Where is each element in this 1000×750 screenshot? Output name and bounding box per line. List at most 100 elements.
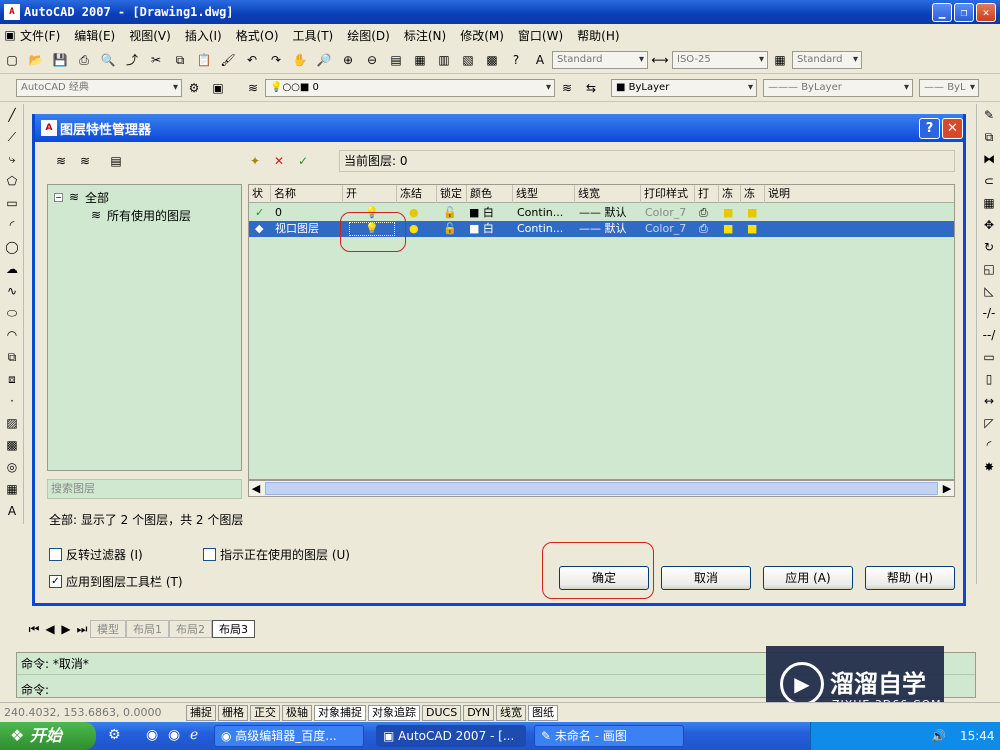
menu-file[interactable]: 文件(F) bbox=[20, 27, 60, 44]
layer-search-input[interactable]: 搜索图层 bbox=[47, 479, 242, 499]
extend-icon[interactable]: --/ bbox=[980, 326, 998, 346]
new-icon[interactable]: ▢ bbox=[3, 51, 21, 69]
break-at-point-icon[interactable]: ▯ bbox=[980, 370, 998, 390]
col-status[interactable]: 状 bbox=[249, 185, 271, 203]
tab-model[interactable]: 模型 bbox=[90, 620, 126, 638]
workspace-save-icon[interactable]: ▣ bbox=[209, 79, 227, 97]
make-block-icon[interactable]: ⧈ bbox=[3, 370, 21, 390]
col-plot[interactable]: 打 bbox=[695, 185, 719, 203]
move-icon[interactable]: ✥ bbox=[980, 216, 998, 236]
layer-select[interactable]: 💡○○■ 0 bbox=[265, 78, 555, 97]
delete-layer-icon[interactable]: ✕ bbox=[270, 152, 288, 170]
vp-freeze-icon[interactable]: ■ bbox=[723, 205, 733, 221]
col-vp-freeze[interactable]: 冻 bbox=[719, 185, 741, 203]
task-autocad[interactable]: ▣ AutoCAD 2007 - [... bbox=[376, 725, 526, 747]
browser-icon[interactable]: ◉ bbox=[146, 727, 158, 743]
preview-icon[interactable]: 🔍 bbox=[99, 51, 117, 69]
copy-object-icon[interactable]: ⧉ bbox=[980, 128, 998, 148]
break-icon[interactable]: ▭ bbox=[980, 348, 998, 368]
dimstyle-icon[interactable]: ⟷ bbox=[651, 51, 669, 69]
grid-toggle[interactable]: 栅格 bbox=[218, 704, 248, 721]
region-icon[interactable]: ◎ bbox=[3, 458, 21, 478]
printer-icon[interactable]: ⎙ bbox=[699, 221, 708, 237]
show-in-use-checkbox[interactable] bbox=[203, 548, 216, 561]
osnap-toggle[interactable]: 对象捕捉 bbox=[314, 704, 366, 721]
layer-name[interactable]: 视口图层 bbox=[275, 221, 319, 237]
lineweight-value[interactable]: —— 默认 bbox=[579, 205, 627, 221]
undo-icon[interactable]: ↶ bbox=[243, 51, 261, 69]
unlock-icon[interactable]: 🔓 bbox=[443, 221, 457, 237]
ie-icon[interactable]: ℯ bbox=[190, 727, 198, 743]
copy-icon[interactable]: ⧉ bbox=[171, 51, 189, 69]
col-freeze[interactable]: 冻结 bbox=[397, 185, 437, 203]
revcloud-icon[interactable]: ☁ bbox=[3, 260, 21, 280]
dialog-help-button[interactable]: ? bbox=[919, 118, 940, 139]
array-icon[interactable]: ▦ bbox=[980, 194, 998, 214]
menu-draw[interactable]: 绘图(D) bbox=[347, 27, 390, 44]
publish-icon[interactable]: ⤴ bbox=[123, 51, 141, 69]
help-icon[interactable]: ? bbox=[507, 51, 525, 69]
polyline-icon[interactable]: ⤷ bbox=[3, 150, 21, 170]
tree-node-used[interactable]: ≋ 所有使用的图层 bbox=[88, 206, 241, 224]
ducs-toggle[interactable]: DUCS bbox=[422, 704, 462, 721]
join-icon[interactable]: ↔ bbox=[980, 392, 998, 412]
save-icon[interactable]: 💾 bbox=[51, 51, 69, 69]
apply-button[interactable]: 应用 (A) bbox=[763, 566, 853, 590]
calculator-icon[interactable]: ▩ bbox=[483, 51, 501, 69]
workspace-select[interactable]: AutoCAD 经典 bbox=[16, 78, 182, 97]
col-linetype[interactable]: 线型 bbox=[513, 185, 575, 203]
ortho-toggle[interactable]: 正交 bbox=[250, 704, 280, 721]
linetype-value[interactable]: Contin... bbox=[517, 205, 563, 221]
trim-icon[interactable]: -/- bbox=[980, 304, 998, 324]
col-lock[interactable]: 锁定 bbox=[437, 185, 467, 203]
tab-layout3[interactable]: 布局3 bbox=[212, 620, 255, 638]
snap-toggle[interactable]: 捕捉 bbox=[186, 704, 216, 721]
doc-icon[interactable]: ▣ bbox=[3, 26, 17, 44]
match-icon[interactable]: 🖌 bbox=[219, 51, 237, 69]
new-property-filter-icon[interactable]: ≋ bbox=[52, 152, 70, 170]
table-style-select[interactable]: Standard bbox=[792, 50, 862, 69]
restore-button[interactable]: ❐ bbox=[954, 3, 974, 22]
col-name[interactable]: 名称 bbox=[271, 185, 343, 203]
autocad-app-icon[interactable]: A bbox=[4, 4, 20, 20]
menu-help[interactable]: 帮助(H) bbox=[577, 27, 619, 44]
lineweight-select[interactable]: —— ByL bbox=[919, 78, 979, 97]
color-select[interactable]: ■ ByLayer bbox=[611, 78, 757, 97]
invert-filter-checkbox[interactable] bbox=[49, 548, 62, 561]
toolpalette-icon[interactable]: ▥ bbox=[435, 51, 453, 69]
otrack-toggle[interactable]: 对象追踪 bbox=[368, 704, 420, 721]
insert-block-icon[interactable]: ⧉ bbox=[3, 348, 21, 368]
printer-icon[interactable]: ⎙ bbox=[699, 205, 708, 221]
dialog-close-button[interactable]: ✕ bbox=[942, 118, 963, 139]
dim-style-select[interactable]: ISO-25 bbox=[672, 50, 768, 69]
tab-layout1[interactable]: 布局1 bbox=[126, 620, 169, 638]
layer-name[interactable]: 0 bbox=[275, 205, 282, 221]
col-plotstyle[interactable]: 打印样式 bbox=[641, 185, 695, 203]
designcenter-icon[interactable]: ▦ bbox=[411, 51, 429, 69]
linetype-value[interactable]: Contin... bbox=[517, 221, 563, 237]
close-button[interactable]: ✕ bbox=[976, 3, 996, 22]
mirror-icon[interactable]: ⧓ bbox=[980, 150, 998, 170]
menu-tools[interactable]: 工具(T) bbox=[293, 27, 334, 44]
workspace-settings-icon[interactable]: ⚙ bbox=[185, 79, 203, 97]
xline-icon[interactable]: ⟋ bbox=[3, 128, 21, 148]
sun-icon[interactable]: ● bbox=[409, 221, 419, 237]
mtext-icon[interactable]: A bbox=[3, 502, 21, 522]
properties-icon[interactable]: ▤ bbox=[387, 51, 405, 69]
layer-previous-icon[interactable]: ⇆ bbox=[582, 79, 600, 97]
volume-icon[interactable]: 🔊 bbox=[931, 729, 946, 743]
apply-toolbar-option[interactable]: ✓ 应用到图层工具栏 (T) bbox=[49, 573, 183, 590]
tab-first-icon[interactable]: ⏮ bbox=[28, 620, 40, 638]
ellipse-arc-icon[interactable]: ◠ bbox=[3, 326, 21, 346]
polygon-icon[interactable]: ⬠ bbox=[3, 172, 21, 192]
scroll-right-icon[interactable]: ▶ bbox=[940, 482, 954, 495]
erase-icon[interactable]: ✎ bbox=[980, 106, 998, 126]
vp-freeze-icon[interactable]: ■ bbox=[723, 221, 733, 237]
menu-window[interactable]: 窗口(W) bbox=[518, 27, 563, 44]
paste-icon[interactable]: 📋 bbox=[195, 51, 213, 69]
menu-view[interactable]: 视图(V) bbox=[129, 27, 171, 44]
stretch-icon[interactable]: ◺ bbox=[980, 282, 998, 302]
markup-icon[interactable]: ▧ bbox=[459, 51, 477, 69]
menu-format[interactable]: 格式(O) bbox=[236, 27, 279, 44]
pan-icon[interactable]: ✋ bbox=[291, 51, 309, 69]
